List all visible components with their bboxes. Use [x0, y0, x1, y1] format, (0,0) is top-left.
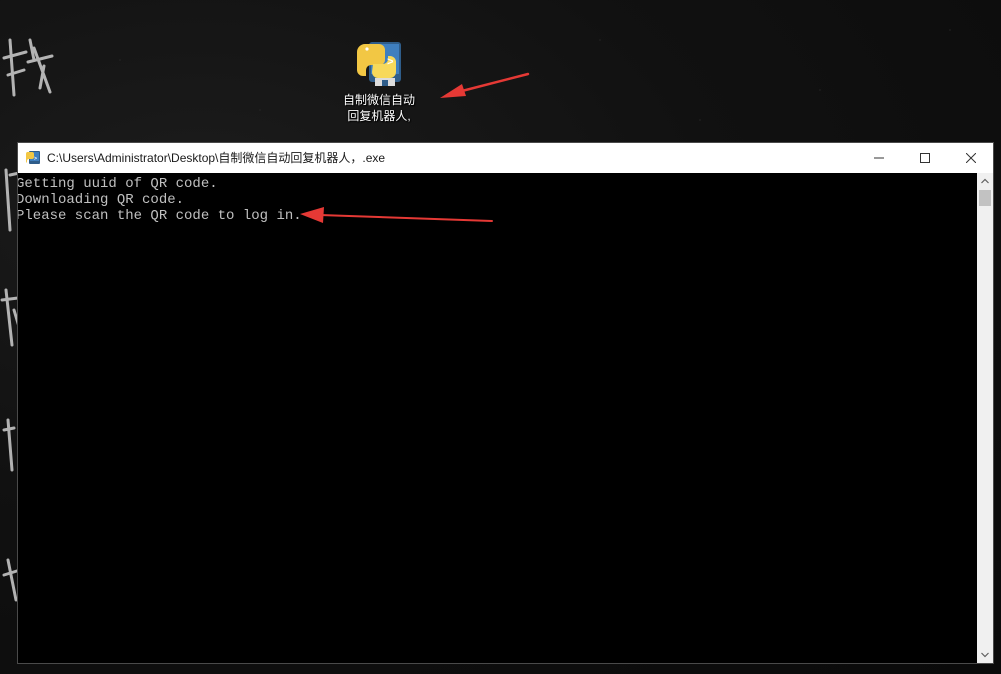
- console-lines: Getting uuid of QR code. Downloading QR …: [18, 176, 304, 224]
- console-line: Please scan the QR code to log in.: [18, 208, 302, 224]
- maximize-icon: [920, 153, 930, 163]
- close-icon: [966, 153, 976, 163]
- scroll-up-button[interactable]: [977, 173, 993, 189]
- python-file-icon: >: [353, 38, 405, 90]
- window-title: C:\Users\Administrator\Desktop\自制微信自动回复机…: [47, 151, 386, 165]
- window-titlebar[interactable]: > C:\Users\Administrator\Desktop\自制微信自动回…: [18, 143, 993, 173]
- svg-text:>: >: [387, 57, 394, 69]
- console-window[interactable]: > C:\Users\Administrator\Desktop\自制微信自动回…: [17, 142, 994, 664]
- python-console-icon: >: [25, 151, 40, 164]
- maximize-button[interactable]: [902, 143, 948, 173]
- scroll-down-button[interactable]: [977, 647, 993, 663]
- desktop-shortcut[interactable]: > 自制微信自动 回复机器人,: [334, 38, 424, 130]
- chevron-down-icon: [981, 652, 989, 658]
- minimize-button[interactable]: [856, 143, 902, 173]
- scroll-thumb[interactable]: [979, 190, 991, 206]
- chevron-up-icon: [981, 178, 989, 184]
- svg-text:>: >: [34, 156, 37, 162]
- annotation-arrow-icon: [300, 207, 493, 223]
- console-line: Downloading QR code.: [18, 192, 185, 208]
- desktop-shortcut-label: 自制微信自动 回复机器人,: [342, 93, 415, 123]
- desktop-background: > 自制微信自动 回复机器人, > C:\Users\Administrator…: [0, 0, 1001, 674]
- annotation-arrow-icon: [440, 72, 530, 98]
- vertical-scrollbar[interactable]: [977, 173, 993, 663]
- close-button[interactable]: [948, 143, 994, 173]
- console-output[interactable]: Getting uuid of QR code. Downloading QR …: [18, 173, 977, 663]
- console-line: Getting uuid of QR code.: [18, 176, 218, 192]
- minimize-icon: [874, 157, 884, 159]
